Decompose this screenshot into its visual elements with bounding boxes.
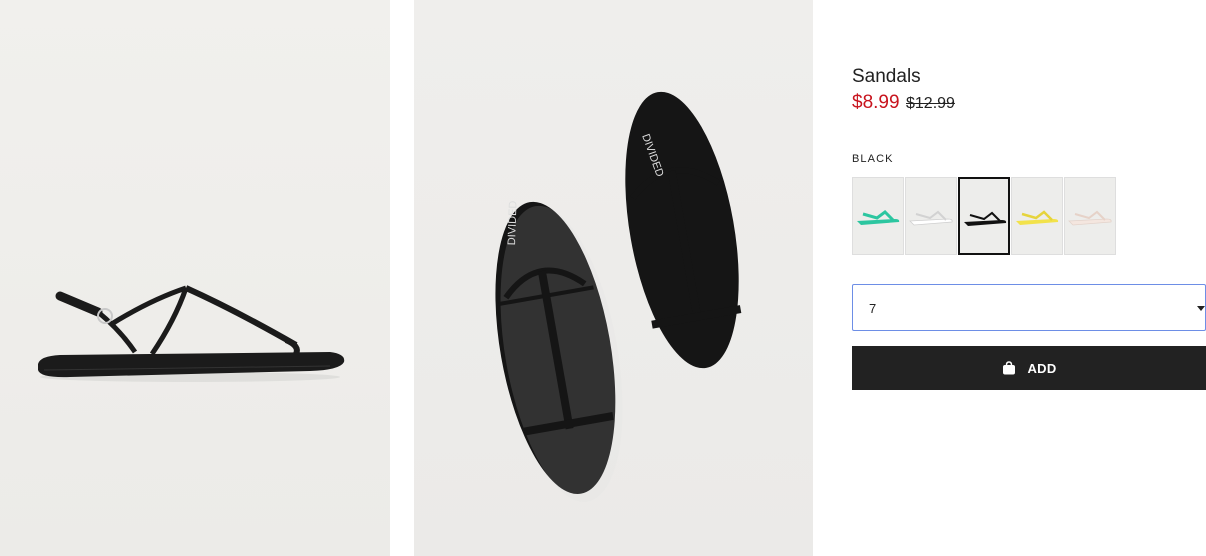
price-row: $8.99 $12.99 bbox=[852, 92, 955, 114]
sandal-thumbnail-icon bbox=[1068, 210, 1112, 226]
product-photo-side[interactable] bbox=[0, 0, 390, 556]
selected-color-label: BLACK bbox=[852, 153, 894, 165]
color-swatches bbox=[852, 177, 1117, 255]
color-swatch-yellow[interactable] bbox=[1011, 177, 1063, 255]
sandal-thumbnail-icon bbox=[857, 210, 900, 225]
chevron-down-icon bbox=[1197, 306, 1205, 311]
color-swatch-black[interactable] bbox=[958, 177, 1010, 255]
color-swatch-white[interactable] bbox=[905, 177, 957, 255]
size-select-value: 7 bbox=[869, 301, 877, 316]
product-photo-top[interactable]: DIVIDED DIVIDED bbox=[414, 0, 813, 556]
insole-brand-print: DIVIDED bbox=[506, 200, 520, 245]
product-info-panel: Sandals $8.99 $12.99 BLACK 7 ADD bbox=[852, 0, 1206, 556]
sale-price: $8.99 bbox=[852, 92, 900, 113]
original-price: $12.99 bbox=[906, 95, 955, 112]
sandal-pair-illustration: DIVIDED DIVIDED bbox=[495, 91, 742, 502]
sandal-thumbnail-icon bbox=[1016, 210, 1059, 225]
add-button-label: ADD bbox=[1027, 360, 1057, 376]
product-title: Sandals bbox=[852, 66, 921, 87]
sandal-thumbnail-icon bbox=[909, 210, 953, 226]
shopping-bag-icon bbox=[1003, 361, 1016, 375]
color-swatch-mint[interactable] bbox=[852, 177, 904, 255]
sandal-thumbnail-icon bbox=[964, 211, 1007, 226]
size-select[interactable]: 7 bbox=[852, 284, 1206, 331]
add-to-bag-button[interactable]: ADD bbox=[852, 346, 1206, 390]
color-swatch-blush[interactable] bbox=[1064, 177, 1116, 255]
sandal-side-illustration bbox=[38, 285, 345, 382]
